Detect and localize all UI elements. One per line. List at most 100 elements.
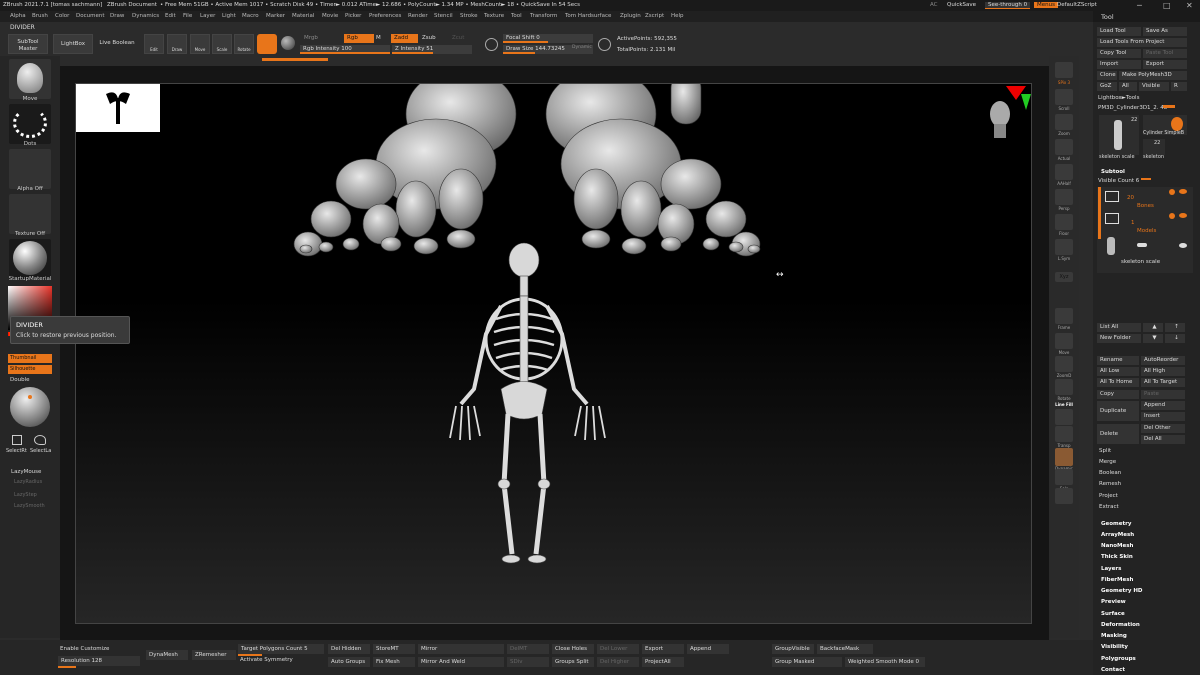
silhouette-toggle[interactable]: Silhouette	[8, 365, 52, 374]
export-bottom-button[interactable]: Export	[642, 644, 684, 654]
activate-symmetry-button[interactable]: Activate Symmetry	[240, 657, 293, 663]
arrow-up-small-icon[interactable]: ↑	[1165, 323, 1185, 332]
stroke-dots-thumb[interactable]	[9, 104, 51, 144]
gear-icon[interactable]	[1169, 213, 1175, 219]
rgb-toggle[interactable]: Rgb	[344, 34, 374, 43]
split-section[interactable]: Split	[1099, 448, 1111, 454]
storemt-button[interactable]: StoreMT	[373, 644, 415, 654]
subtool-section-header[interactable]: Subtool	[1101, 169, 1125, 175]
m-toggle[interactable]: M	[376, 35, 381, 41]
zadd-toggle[interactable]: Zadd	[391, 34, 418, 43]
menu-zscript[interactable]: Zscript	[645, 13, 664, 19]
section-layers[interactable]: Layers	[1101, 566, 1121, 572]
fix-mesh-button[interactable]: Fix Mesh	[373, 657, 415, 667]
texture-sphere-icon[interactable]	[281, 36, 295, 50]
menu-document[interactable]: Document	[76, 13, 105, 19]
z-intensity-slider[interactable]: Z Intensity 51	[392, 45, 472, 54]
menu-material[interactable]: Material	[292, 13, 314, 19]
section-contact[interactable]: Contact	[1101, 667, 1125, 673]
rgb-intensity-slider[interactable]: Rgb Intensity 100	[300, 45, 390, 54]
move-button[interactable]: Move	[190, 34, 210, 54]
double-label[interactable]: Double	[10, 377, 30, 383]
thumbnail-toggle[interactable]: Thumbnail	[8, 354, 52, 363]
actual-icon[interactable]	[1055, 139, 1073, 155]
select-lasso-icon[interactable]	[34, 435, 46, 445]
transp-icon[interactable]	[1055, 426, 1073, 442]
polyf-icon[interactable]	[1055, 409, 1073, 425]
folder-bones-name[interactable]: Bones	[1137, 203, 1154, 209]
subtool-item-name[interactable]: skeleton scale	[1121, 259, 1160, 265]
section-preview[interactable]: Preview	[1101, 599, 1126, 605]
backface-mask-button[interactable]: BackfaceMask	[817, 644, 873, 654]
menu-zplugin[interactable]: Zplugin	[620, 13, 641, 19]
section-arraymesh[interactable]: ArrayMesh	[1101, 532, 1134, 538]
scale-button[interactable]: Scale	[212, 34, 232, 54]
rename-button[interactable]: Rename	[1097, 356, 1139, 365]
select-rect-icon[interactable]	[12, 435, 22, 445]
del-higher-button[interactable]: Del Higher	[597, 657, 639, 667]
folder-icon[interactable]	[1105, 191, 1119, 202]
merge-section[interactable]: Merge	[1099, 459, 1116, 465]
line-fill-label[interactable]: Line Fill	[1049, 402, 1079, 407]
lsym-icon[interactable]	[1055, 239, 1073, 255]
material-thumb[interactable]	[9, 239, 51, 279]
del-other-button[interactable]: Del Other	[1141, 424, 1185, 433]
live-boolean-button[interactable]: Live Boolean	[96, 34, 138, 54]
subtool-toggle-icon[interactable]	[1137, 243, 1147, 247]
bpr-button[interactable]	[1055, 62, 1073, 78]
eye-icon[interactable]	[1179, 213, 1187, 218]
lazyradius-slider[interactable]: LazyRadius	[14, 479, 42, 485]
autoreorder-button[interactable]: AutoReorder	[1141, 356, 1185, 365]
menu-movie[interactable]: Movie	[322, 13, 338, 19]
project-all-button[interactable]: ProjectAll	[642, 657, 684, 667]
menu-layer[interactable]: Layer	[200, 13, 215, 19]
navigation-head-icon[interactable]	[990, 101, 1010, 138]
goz-r-button[interactable]: R	[1171, 82, 1187, 91]
material-preview-sphere[interactable]	[10, 387, 50, 427]
menu-file[interactable]: File	[183, 13, 192, 19]
menu-preferences[interactable]: Preferences	[369, 13, 401, 19]
xyz-button[interactable]: Xyz	[1055, 272, 1073, 282]
edit-button[interactable]: Edit	[144, 34, 164, 54]
section-geometry[interactable]: Geometry	[1101, 521, 1131, 527]
lazysmooth-slider[interactable]: LazySmooth	[14, 503, 45, 509]
viewport[interactable]	[75, 83, 1032, 624]
menu-draw[interactable]: Draw	[110, 13, 124, 19]
move-view-icon[interactable]	[1055, 333, 1073, 349]
menu-macro[interactable]: Macro	[242, 13, 259, 19]
frame-icon[interactable]	[1055, 308, 1073, 324]
menu-light[interactable]: Light	[222, 13, 236, 19]
goz-visible-button[interactable]: Visible	[1139, 82, 1169, 91]
dynamic-persp-icon[interactable]	[1055, 448, 1073, 466]
menu-tool[interactable]: Tool	[511, 13, 522, 19]
arrow-down-icon[interactable]: ▼	[1143, 334, 1163, 343]
paste-button[interactable]: Paste	[1141, 390, 1185, 399]
maximize-icon[interactable]: □	[1163, 1, 1171, 10]
focal-mode-icon[interactable]	[598, 38, 611, 51]
texture-thumb[interactable]	[9, 194, 51, 234]
eye-icon[interactable]	[1179, 243, 1187, 248]
copy-tool-button[interactable]: Copy Tool	[1097, 49, 1141, 58]
gear-icon[interactable]	[1169, 189, 1175, 195]
enable-customize-button[interactable]: Enable Customize	[60, 646, 109, 652]
export-button[interactable]: Export	[1143, 60, 1187, 69]
goz-button[interactable]: GoZ	[1097, 82, 1117, 91]
close-holes-button[interactable]: Close Holes	[552, 644, 594, 654]
menu-tom-hardsurface[interactable]: Tom Hardsurface	[565, 13, 611, 19]
all-to-target-button[interactable]: All To Target	[1141, 378, 1185, 387]
folder-models-name[interactable]: Models	[1137, 228, 1156, 234]
lazystep-slider[interactable]: LazyStep	[14, 492, 37, 498]
menu-picker[interactable]: Picker	[345, 13, 361, 19]
boolean-section[interactable]: Boolean	[1099, 470, 1121, 476]
group-masked-button[interactable]: Group Masked	[772, 657, 842, 667]
close-icon[interactable]: ✕	[1186, 1, 1193, 10]
section-fibermesh[interactable]: FiberMesh	[1101, 577, 1133, 583]
mrgb-toggle[interactable]: Mrgb	[304, 35, 318, 41]
clone-button[interactable]: Clone	[1097, 71, 1117, 80]
section-geometry-hd[interactable]: Geometry HD	[1101, 588, 1143, 594]
default-zscript-button[interactable]: DefaultZScript	[1057, 2, 1097, 8]
list-all-button[interactable]: List All	[1097, 323, 1141, 332]
menu-marker[interactable]: Marker	[266, 13, 285, 19]
rotate-view-icon[interactable]	[1055, 379, 1073, 395]
dynamesh-button[interactable]: DynaMesh	[146, 650, 188, 660]
